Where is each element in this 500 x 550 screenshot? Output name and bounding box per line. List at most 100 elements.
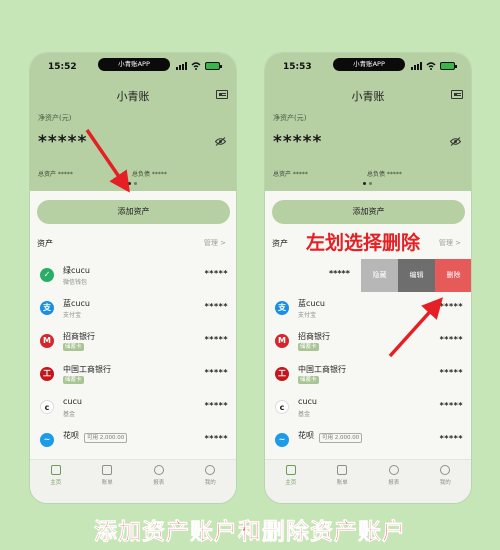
icbc-icon: 工 <box>275 367 289 381</box>
total-assets: 总资产 ***** <box>273 171 308 178</box>
tab-label: 我的 <box>439 480 451 486</box>
tab-home[interactable]: 主页 <box>36 465 76 503</box>
account-tag: 储蓄卡 <box>63 376 84 384</box>
hide-button[interactable]: 隐藏 <box>361 259 398 292</box>
hide-eye-icon[interactable] <box>215 137 226 146</box>
manage-link[interactable]: 管理 > <box>204 238 226 248</box>
account-name: cucu <box>63 397 82 406</box>
battery-icon <box>205 62 222 70</box>
tab-bills[interactable]: 账单 <box>322 465 362 503</box>
tab-bills[interactable]: 账单 <box>87 465 127 503</box>
tab-label: 账单 <box>336 480 348 486</box>
swiped-list-item[interactable]: ***** 隐藏 编辑 删除 <box>265 259 471 292</box>
tab-reports[interactable]: 报表 <box>374 465 414 503</box>
totals-row: 总资产 ***** 总负债 ***** <box>38 169 167 178</box>
list-item[interactable]: 支 蓝cucu 支付宝 ***** <box>265 292 471 325</box>
tab-label: 报表 <box>388 480 400 486</box>
swipe-annotation: 左划选择删除 <box>306 232 421 254</box>
fund-icon: c <box>275 400 289 414</box>
huabei-icon: ~ <box>275 433 289 447</box>
hide-eye-icon[interactable] <box>450 137 461 146</box>
status-bar: 15:52 小青账APP <box>30 53 236 75</box>
total-assets: 总资产 ***** <box>38 171 73 178</box>
status-time: 15:52 <box>48 62 77 72</box>
list-item[interactable]: ~ 花呗 可用 2,000.00 ***** <box>265 424 471 457</box>
tab-reports[interactable]: 报表 <box>139 465 179 503</box>
manage-link[interactable]: 管理 > <box>439 238 461 248</box>
page-dots <box>363 182 372 185</box>
list-item[interactable]: c cucu 基金 ***** <box>30 391 236 424</box>
list-item[interactable]: 工 中国工商银行 储蓄卡 ***** <box>265 358 471 391</box>
account-amount: ***** <box>204 434 228 443</box>
total-debt: 总负债 ***** <box>132 171 167 178</box>
right-phone-screen: 15:53 小青账APP 小青账 净资产(元) ***** 总资产 ***** … <box>264 52 472 504</box>
list-item[interactable]: M 招商银行 储蓄卡 ***** <box>30 325 236 358</box>
list-item[interactable]: c cucu 基金 ***** <box>265 391 471 424</box>
bill-icon <box>337 465 348 475</box>
home-icon <box>285 465 296 475</box>
delete-button[interactable]: 删除 <box>435 259 471 292</box>
tab-mine[interactable]: 我的 <box>190 465 230 503</box>
account-amount: ***** <box>204 302 228 311</box>
net-assets-value: ***** <box>38 132 88 152</box>
account-name: 蓝cucu <box>298 299 325 308</box>
account-sub: 基金 <box>298 411 311 418</box>
dynamic-island: 小青账APP <box>98 58 170 71</box>
page-dots <box>128 182 137 185</box>
account-sub: 微信钱包 <box>63 279 88 286</box>
signal-icon <box>176 62 187 70</box>
assets-section-title: 资产 <box>272 239 288 248</box>
huabei-icon: ~ <box>40 433 54 447</box>
card-view-icon[interactable] <box>216 90 228 99</box>
cmb-icon: M <box>275 334 289 348</box>
account-name: 绿cucu <box>63 266 90 275</box>
tab-mine[interactable]: 我的 <box>425 465 465 503</box>
account-amount: ***** <box>204 368 228 377</box>
edit-button[interactable]: 编辑 <box>398 259 435 292</box>
tab-label: 我的 <box>204 480 216 486</box>
net-assets-label: 净资产(元) <box>38 114 72 122</box>
card-view-icon[interactable] <box>451 90 463 99</box>
caption: 添加资产账户和删除资产账户 <box>94 519 406 546</box>
icbc-icon: 工 <box>40 367 54 381</box>
list-item[interactable]: ~ 花呗 可用 2,000.00 ***** <box>30 424 236 457</box>
list-item[interactable]: M 招商银行 储蓄卡 ***** <box>265 325 471 358</box>
list-item[interactable]: 工 中国工商银行 储蓄卡 ***** <box>30 358 236 391</box>
asset-list: ✓ 绿cucu 微信钱包 ***** 支 蓝cucu 支付宝 ***** M 招… <box>30 259 236 457</box>
account-tag: 储蓄卡 <box>63 343 84 351</box>
smile-icon <box>205 465 216 475</box>
net-assets-value: ***** <box>273 132 323 152</box>
app-title: 小青账 <box>351 90 385 103</box>
account-amount: ***** <box>439 302 463 311</box>
tab-label: 主页 <box>50 480 62 486</box>
app-title: 小青账 <box>116 90 150 103</box>
available-badge: 可用 2,000.00 <box>84 433 128 443</box>
cmb-icon: M <box>40 334 54 348</box>
account-amount: ***** <box>439 401 463 410</box>
list-item[interactable]: 支 蓝cucu 支付宝 ***** <box>30 292 236 325</box>
tab-label: 主页 <box>285 480 297 486</box>
account-amount: ***** <box>204 401 228 410</box>
add-asset-button[interactable]: 添加资产 <box>272 200 465 224</box>
smile-icon <box>440 465 451 475</box>
status-time: 15:53 <box>283 62 312 72</box>
account-tag: 储蓄卡 <box>298 343 319 351</box>
add-asset-button[interactable]: 添加资产 <box>37 200 230 224</box>
tab-home[interactable]: 主页 <box>271 465 311 503</box>
account-name: 花呗 <box>63 431 79 440</box>
account-name: 招商银行 <box>63 332 95 341</box>
assets-section-header: 资产 管理 > <box>37 238 230 250</box>
available-badge: 可用 2,000.00 <box>319 433 363 443</box>
dynamic-island: 小青账APP <box>333 58 405 71</box>
clock-icon <box>388 465 399 475</box>
account-tag: 储蓄卡 <box>298 376 319 384</box>
account-amount: ***** <box>329 269 350 278</box>
list-item[interactable]: ✓ 绿cucu 微信钱包 ***** <box>30 259 236 292</box>
totals-row: 总资产 ***** 总负债 ***** <box>273 169 402 178</box>
wifi-icon <box>426 62 436 70</box>
account-amount: ***** <box>439 434 463 443</box>
home-icon <box>50 465 61 475</box>
left-phone-screen: 15:52 小青账APP 小青账 净资产(元) ***** 总资产 ***** … <box>29 52 237 504</box>
account-name: 蓝cucu <box>63 299 90 308</box>
wifi-icon <box>191 62 201 70</box>
